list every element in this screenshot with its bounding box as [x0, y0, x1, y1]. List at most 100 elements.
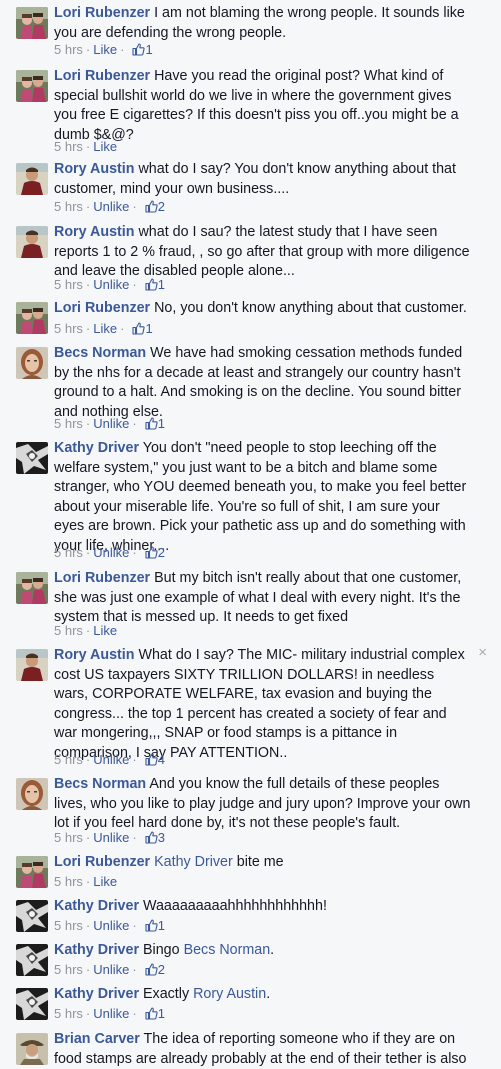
- comment-body: Lori Rubenzer Have you read the original…: [54, 67, 471, 145]
- comment-body: Kathy Driver Bingo Becs Norman.: [54, 941, 471, 961]
- like-button[interactable]: Like: [93, 623, 117, 638]
- comment-author[interactable]: Kathy Driver: [54, 440, 139, 456]
- comment-timestamp[interactable]: 5 hrs: [54, 545, 83, 560]
- comment-timestamp[interactable]: 5 hrs: [54, 752, 83, 767]
- comment-author[interactable]: Lori Rubenzer: [54, 854, 150, 870]
- separator-dot: ·: [85, 139, 91, 154]
- like-count[interactable]: 1: [140, 1006, 165, 1021]
- unlike-button[interactable]: Unlike: [93, 1006, 129, 1021]
- comment-author[interactable]: Kathy Driver: [54, 986, 139, 1002]
- like-count[interactable]: 2: [140, 199, 165, 214]
- mention-link[interactable]: Kathy Driver: [154, 854, 233, 870]
- comment-timestamp[interactable]: 5 hrs: [54, 623, 83, 638]
- comment-timestamp[interactable]: 5 hrs: [54, 199, 83, 214]
- comment-timestamp[interactable]: 5 hrs: [54, 830, 83, 845]
- thumbs-up-icon: [132, 322, 146, 335]
- like-count-number: 1: [145, 321, 153, 336]
- comment-body: Rory Austin what do I sau? the latest st…: [54, 223, 471, 282]
- unlike-button[interactable]: Unlike: [93, 962, 129, 977]
- lori-avatar[interactable]: [16, 856, 48, 888]
- comment-body: Kathy Driver Waaaaaaaaahhhhhhhhhhhh!: [54, 897, 471, 917]
- unlike-button[interactable]: Unlike: [93, 199, 129, 214]
- comment-meta: 5 hrs · Unlike · 2: [54, 544, 165, 562]
- brian-avatar[interactable]: [16, 1033, 48, 1065]
- like-button[interactable]: Like: [93, 321, 117, 336]
- comment-meta: 5 hrs · Unlike · 2: [54, 198, 165, 216]
- comment-author[interactable]: Becs Norman: [54, 776, 146, 792]
- becs-avatar[interactable]: [16, 778, 48, 810]
- lori-avatar[interactable]: [16, 7, 48, 39]
- like-count[interactable]: 2: [140, 962, 165, 977]
- comment-body: Lori Rubenzer But my bitch isn't really …: [54, 569, 471, 628]
- separator-dot: ·: [85, 752, 91, 767]
- comment-author[interactable]: Kathy Driver: [54, 898, 139, 914]
- comment-author[interactable]: Rory Austin: [54, 224, 135, 240]
- comment-text: Waaaaaaaaahhhhhhhhhhhh!: [143, 898, 327, 914]
- comment-text: Bingo: [143, 942, 184, 958]
- comment-timestamp[interactable]: 5 hrs: [54, 277, 83, 292]
- comment-author[interactable]: Lori Rubenzer: [54, 5, 150, 21]
- like-button[interactable]: Like: [93, 139, 117, 154]
- kathy-avatar[interactable]: [16, 988, 48, 1020]
- like-count[interactable]: 1: [140, 918, 165, 933]
- like-count-number: 4: [157, 752, 165, 767]
- like-count[interactable]: 1: [127, 321, 153, 336]
- comment-body: Rory Austin what do I say? You don't kno…: [54, 160, 471, 199]
- like-count[interactable]: 1: [127, 42, 153, 57]
- rory-avatar[interactable]: [16, 163, 48, 195]
- comment-timestamp[interactable]: 5 hrs: [54, 416, 83, 431]
- lori-avatar[interactable]: [16, 572, 48, 604]
- comment-timestamp[interactable]: 5 hrs: [54, 962, 83, 977]
- comment-author[interactable]: Lori Rubenzer: [54, 570, 150, 586]
- comment-timestamp[interactable]: 5 hrs: [54, 918, 83, 933]
- like-button[interactable]: Like: [93, 874, 117, 889]
- unlike-button[interactable]: Unlike: [93, 416, 129, 431]
- unlike-button[interactable]: Unlike: [93, 830, 129, 845]
- like-count[interactable]: 2: [140, 545, 165, 560]
- kathy-avatar[interactable]: [16, 944, 48, 976]
- comment-author[interactable]: Rory Austin: [54, 647, 135, 663]
- comment-author[interactable]: Lori Rubenzer: [54, 68, 150, 84]
- kathy-avatar[interactable]: [16, 442, 48, 474]
- like-count[interactable]: 3: [140, 830, 165, 845]
- lori-avatar[interactable]: [16, 70, 48, 102]
- separator-dot: ·: [85, 199, 91, 214]
- mention-link[interactable]: Becs Norman: [184, 942, 271, 958]
- comment-timestamp[interactable]: 5 hrs: [54, 42, 83, 57]
- comment-meta: 5 hrs · Like · 1: [54, 41, 153, 59]
- unlike-button[interactable]: Unlike: [93, 918, 129, 933]
- close-icon[interactable]: ×: [478, 644, 487, 661]
- comment-timestamp[interactable]: 5 hrs: [54, 321, 83, 336]
- like-count[interactable]: 4: [140, 752, 165, 767]
- like-count-number: 1: [145, 42, 153, 57]
- comment-timestamp[interactable]: 5 hrs: [54, 1006, 83, 1021]
- comment-timestamp[interactable]: 5 hrs: [54, 874, 83, 889]
- separator-dot: ·: [85, 962, 91, 977]
- comment-meta: 5 hrs · Unlike · 1: [54, 415, 165, 433]
- comment-author[interactable]: Becs Norman: [54, 345, 146, 361]
- comment-text: No, you don't know anything about that c…: [154, 300, 467, 316]
- thumbs-up-icon: [145, 417, 158, 430]
- comment-timestamp[interactable]: 5 hrs: [54, 139, 83, 154]
- unlike-button[interactable]: Unlike: [93, 277, 129, 292]
- comment-meta: 5 hrs · Unlike · 1: [54, 1005, 165, 1023]
- unlike-button[interactable]: Unlike: [93, 752, 129, 767]
- comment-author[interactable]: Kathy Driver: [54, 942, 139, 958]
- comment-author[interactable]: Rory Austin: [54, 161, 135, 177]
- like-count[interactable]: 1: [140, 277, 165, 292]
- unlike-button[interactable]: Unlike: [93, 545, 129, 560]
- mention-link[interactable]: Rory Austin: [193, 986, 266, 1002]
- like-count[interactable]: 1: [140, 416, 165, 431]
- comment-body: Kathy Driver Exactly Rory Austin.: [54, 985, 471, 1005]
- separator-dot: ·: [85, 321, 91, 336]
- comment-author[interactable]: Lori Rubenzer: [54, 300, 150, 316]
- becs-avatar[interactable]: [16, 347, 48, 379]
- kathy-avatar[interactable]: [16, 900, 48, 932]
- lori-avatar[interactable]: [16, 302, 48, 334]
- rory-avatar[interactable]: [16, 226, 48, 258]
- comment-body: Lori Rubenzer No, you don't know anythin…: [54, 299, 471, 319]
- like-button[interactable]: Like: [93, 42, 117, 57]
- rory-avatar[interactable]: [16, 649, 48, 681]
- thumbs-up-icon: [145, 546, 158, 559]
- comment-author[interactable]: Brian Carver: [54, 1031, 140, 1047]
